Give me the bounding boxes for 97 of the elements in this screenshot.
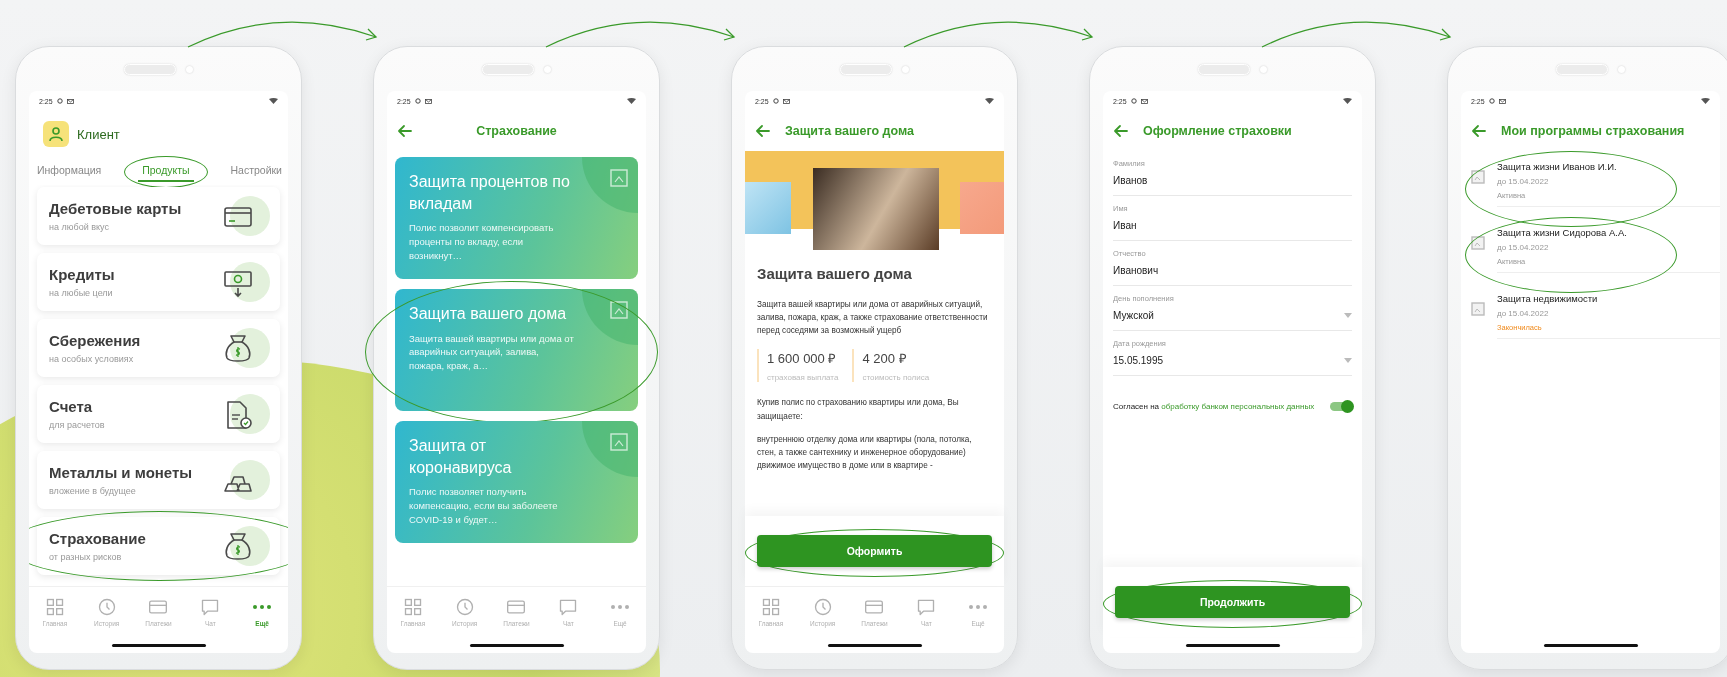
card-description: Полис позволяет получить компенсацию, если вы заболеете COVID-19 и будет… [409,485,559,527]
product-title: Счета [49,398,94,415]
caret-icon [1344,358,1352,363]
screen-title: Оформление страховки [1143,124,1292,138]
photo-placeholder [745,182,791,234]
grid-icon [760,597,781,617]
back-arrow-icon[interactable] [397,123,413,139]
card-title: Защита от коронавируса [409,436,513,478]
submit-button[interactable]: Продолжить [1115,586,1350,618]
product-description: Защита вашей квартиры или дома от аварийных ситуаций, залива, пожара, краж, а также страхование ответственности перед соседями за возможный ущерб [757,299,989,338]
screen-title: Страхование [476,124,557,138]
chat-icon [200,597,221,617]
product-title: Кредиты [49,266,116,283]
insurance-card[interactable]: Защита от коронавируса Полис позволяет получить компенсацию, если вы заболеете COVID-19 и будет… [395,421,638,543]
product-subtitle: на особых условиях [49,354,135,364]
image-icon [610,433,628,451]
product-subtitle: на любые цели [49,288,114,298]
screen-title: Защита вашего дома [785,124,914,138]
settings-icon [1130,98,1137,104]
mail-icon [782,98,790,104]
chat-icon [916,597,937,617]
settings-icon [772,98,779,104]
wifi-icon [1701,98,1710,104]
image-icon [1471,302,1485,316]
settings-icon [414,98,421,104]
stat-label: стоимость полиса [862,373,930,383]
screen-title: Мои программы страхования [1501,124,1685,138]
card-description: Полис позволит компенсировать проценты по вкладу, если возникнут… [409,221,555,263]
settings-icon [1488,98,1495,104]
back-arrow-icon[interactable] [755,123,771,139]
program-date: до 15.04.2022 [1497,177,1550,186]
photo-placeholder [960,182,1004,234]
image-icon [1471,170,1485,184]
insurance-card[interactable]: Защита процентов по вкладам Полис позволит компенсировать проценты по вкладу, если возникнут… [395,157,638,279]
program-title: Защита жизни Сидорова А.А. [1497,227,1628,238]
product-card[interactable]: Страхование от разных рисков [37,517,280,575]
chat-icon [558,597,579,617]
product-title: Дебетовые карты [49,200,183,217]
product-title: Металлы и монеты [49,464,194,481]
product-card[interactable]: Счета для расчетов [37,385,280,443]
image-icon [1471,236,1485,250]
insurance-card[interactable]: Защита вашего дома Защита вашей квартиры или дома от аварийных ситуаций, залива, пожара, краж, а… [395,289,638,411]
wifi-icon [985,98,994,104]
tab[interactable]: Настройки [226,160,286,182]
settings-icon [56,98,63,104]
clock-icon [812,597,833,617]
consent-toggle[interactable] [1330,402,1352,411]
user-name: Клиент [77,126,120,142]
coverage-item: движимое имущество в доме или в квартире - [757,459,934,472]
card-title: Защита процентов по вкладам [409,172,571,214]
product-card[interactable]: Сбережения на особых условиях [37,319,280,377]
wifi-icon [269,98,278,104]
more-icon [252,604,273,610]
grid-icon [44,597,65,617]
consent-text: Согласен на обработку банком персональных данных [1113,401,1316,413]
program-title: Защита недвижимости [1497,293,1599,304]
product-subtitle: для расчетов [49,420,106,430]
clock-icon [454,597,475,617]
mail-icon [66,98,74,104]
tab[interactable]: Продукты [138,160,194,182]
card-title: Защита вашего дома [409,304,568,324]
clock-icon [96,597,117,617]
back-arrow-icon[interactable] [1113,123,1129,139]
grid-icon [402,597,423,617]
submit-button[interactable]: Оформить [757,535,992,567]
stat-value: 4 200 ₽ [862,350,908,368]
back-arrow-icon[interactable] [1471,123,1487,139]
wifi-icon [1343,98,1352,104]
avatar-icon[interactable] [43,121,69,147]
caret-icon [1344,313,1352,318]
coverage-item: внутреннюю отделку дома или квартиры (пола, потолка, стен, а также сантехнику и инженерное оборудование) [757,433,973,459]
product-subtitle: на любой вкус [49,222,110,232]
product-title: Сбережения [49,332,142,349]
tab[interactable]: Информация [33,160,106,182]
program-title: Защита жизни Иванов И.И. [1497,161,1618,172]
product-subtitle: вложение в будущее [49,486,137,496]
mail-icon [424,98,432,104]
more-icon [968,604,989,610]
image-icon [610,301,628,319]
product-heading: Защита вашего дома [757,265,913,282]
product-title: Страхование [49,530,147,547]
stat-label: страховая выплата [767,373,839,383]
mail-icon [1140,98,1148,104]
wifi-icon [627,98,636,104]
product-subtitle: от разных рисков [49,552,123,562]
product-card[interactable]: Дебетовые карты на любой вкус [37,187,280,245]
program-date: до 15.04.2022 [1497,309,1550,318]
mail-icon [1498,98,1506,104]
stat-value: 1 600 000 ₽ [767,350,838,368]
more-icon [610,604,631,610]
card-description: Защита вашей квартиры или дома от аварийных ситуаций, залива, пожара, краж, а… [409,331,574,373]
product-card[interactable]: Кредиты на любые цели [37,253,280,311]
product-card[interactable]: Металлы и монеты вложение в будущее [37,451,280,509]
consent-link[interactable]: обработку банком персональных данных [1161,402,1315,411]
image-icon [610,169,628,187]
program-date: до 15.04.2022 [1497,243,1550,252]
coverage-intro: Купив полис по страхованию квартиры или дома, Вы защищаете: [757,397,960,423]
